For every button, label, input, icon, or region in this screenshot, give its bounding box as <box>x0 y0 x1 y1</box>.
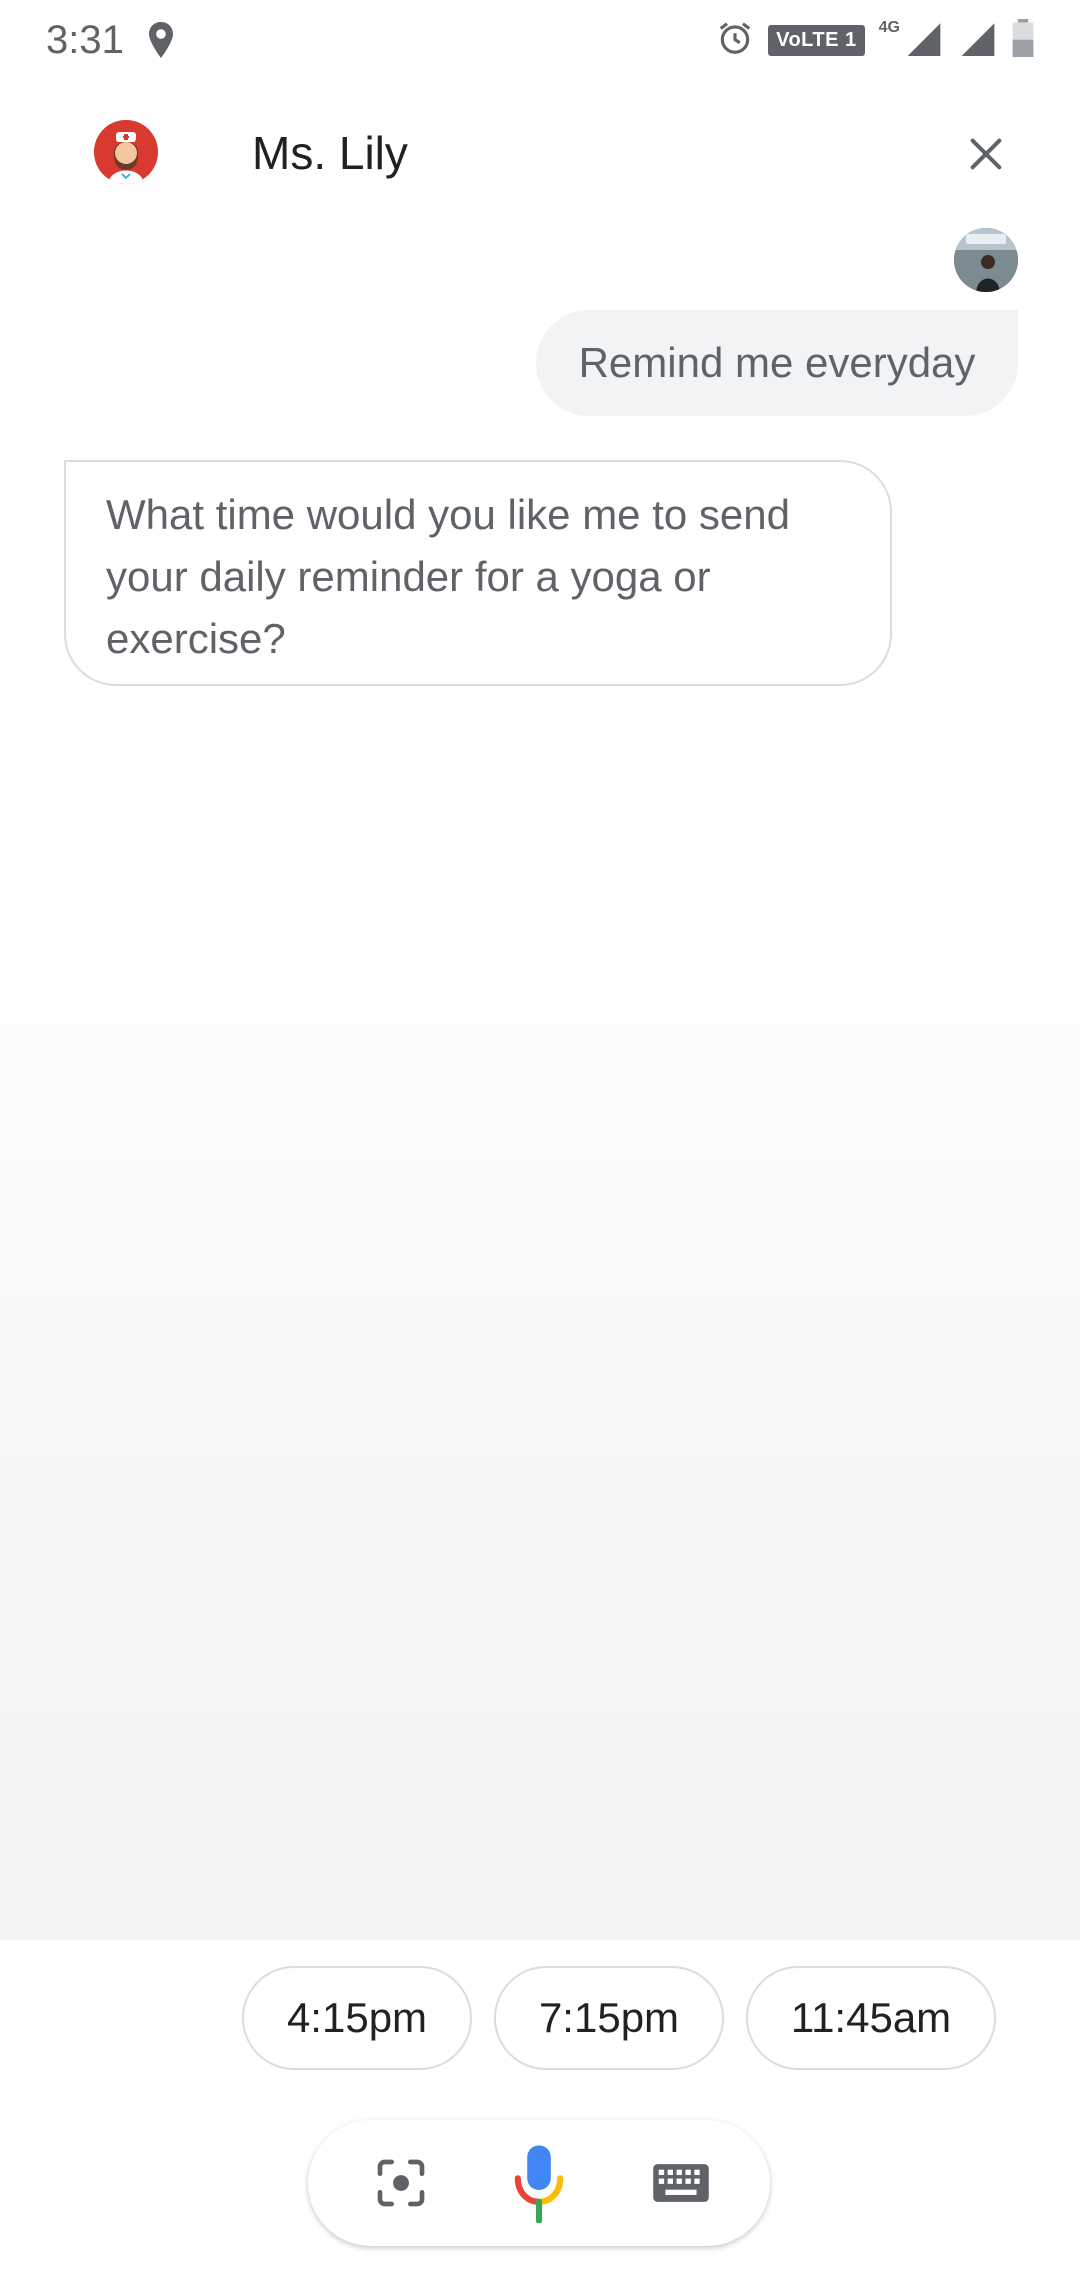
mic-icon <box>514 2145 564 2223</box>
network-type-label: 4G <box>878 19 900 36</box>
lens-button[interactable] <box>358 2140 444 2226</box>
status-time: 3:31 <box>46 18 124 62</box>
close-button[interactable] <box>958 126 1014 182</box>
volte-badge: VoLTE 1 <box>768 24 865 56</box>
keyboard-button[interactable] <box>638 2140 724 2226</box>
assistant-input-bar <box>308 2120 770 2246</box>
suggestion-chip-label: 7:15pm <box>538 1994 680 2041</box>
suggestion-chip[interactable]: 11:45am <box>746 1966 996 2070</box>
chat-header: Ms. Lily <box>0 110 1080 200</box>
suggestion-chips: 4:15pm 7:15pm 11:45am <box>0 1940 1080 2080</box>
bot-avatar <box>94 120 158 184</box>
location-icon <box>146 22 176 58</box>
alarm-icon <box>716 19 754 62</box>
suggestion-chip-label: 4:15pm <box>286 1994 428 2041</box>
user-avatar <box>954 228 1018 292</box>
suggestion-chip[interactable]: 4:15pm <box>242 1966 472 2070</box>
signal-icon <box>904 20 944 61</box>
bot-message-text: What time would you like me to send your… <box>106 491 790 662</box>
mic-button[interactable] <box>496 2140 582 2226</box>
user-message-bubble: Remind me everyday <box>536 310 1018 416</box>
status-bar: 3:31 VoLTE 1 4G <box>0 0 1080 80</box>
user-message-text: Remind me everyday <box>578 339 976 386</box>
battery-icon <box>1012 18 1034 62</box>
close-icon <box>970 138 1002 170</box>
suggestion-chip-label: 11:45am <box>790 1994 952 2041</box>
status-icons: VoLTE 1 4G <box>716 18 1034 62</box>
keyboard-icon <box>653 2164 709 2202</box>
conversation-area[interactable]: Remind me everyday What time would you l… <box>0 210 1080 1940</box>
suggestion-chip[interactable]: 7:15pm <box>494 1966 724 2070</box>
signal-icon-2 <box>958 20 998 61</box>
bot-message-bubble: What time would you like me to send your… <box>64 460 892 686</box>
page-title: Ms. Lily <box>252 127 408 179</box>
lens-icon <box>377 2159 425 2207</box>
